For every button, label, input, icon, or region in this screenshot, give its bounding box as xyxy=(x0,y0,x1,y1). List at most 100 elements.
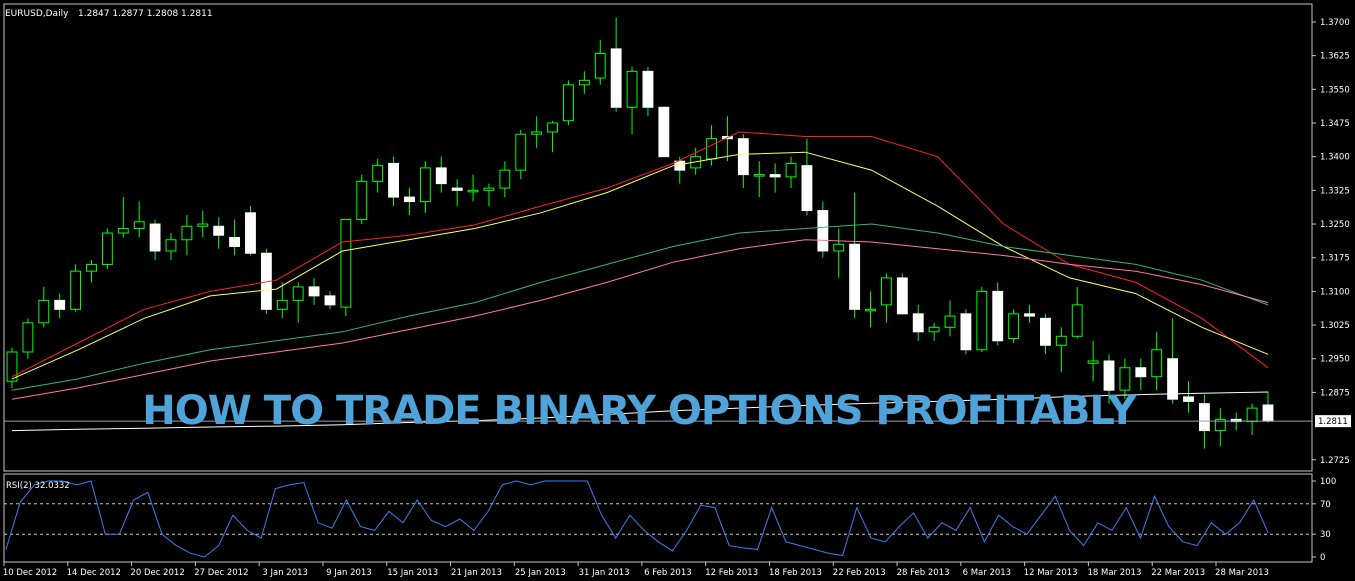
candle-body xyxy=(1183,396,1194,402)
candle-body xyxy=(419,167,431,203)
candle-body xyxy=(276,299,288,310)
price-tick-label: 1.3175 xyxy=(1320,254,1350,264)
candle-body xyxy=(1071,304,1083,337)
candle-body xyxy=(101,232,113,265)
candle-body xyxy=(944,315,956,328)
candle-body xyxy=(229,237,241,247)
rsi-tick-label: 70 xyxy=(1320,500,1331,510)
price-tick-label: 1.3550 xyxy=(1320,85,1350,95)
price-tick-label: 1.3100 xyxy=(1320,287,1350,297)
rsi-panel: 100 70 30 0 xyxy=(3,473,1336,563)
symbol-label: EURUSD,Daily xyxy=(5,9,69,19)
candle-body xyxy=(578,79,590,86)
candle-body xyxy=(849,243,861,310)
candle-body xyxy=(1087,360,1099,364)
time-tick-label: 15 Jan 2013 xyxy=(387,568,438,578)
candle-body xyxy=(6,351,18,382)
candle-body xyxy=(658,106,670,158)
time-tick-label: 10 Dec 2012 xyxy=(3,568,57,578)
time-tick-label: 12 Feb 2013 xyxy=(705,568,758,578)
price-panel: 1.3700 1.3625 1.3550 1.3475 1.3400 1.3325 1.32… xyxy=(3,3,1351,472)
price-tick-label: 1.3325 xyxy=(1320,186,1350,196)
candle-body xyxy=(531,131,543,135)
candle-body xyxy=(881,277,892,306)
rsi-tick-label: 100 xyxy=(1320,477,1336,487)
price-tick-label: 1.2875 xyxy=(1320,388,1350,398)
chart-canvas[interactable]: 1.3700 1.3625 1.3550 1.3475 1.3400 1.3325 1.32… xyxy=(0,0,1355,581)
candle-body xyxy=(197,223,209,227)
candle-body xyxy=(737,138,749,176)
candle-body xyxy=(1119,367,1131,391)
candle-body xyxy=(1024,313,1035,317)
candle-body xyxy=(626,70,638,108)
time-tick-label: 3 Jan 2013 xyxy=(262,568,308,578)
candle-body xyxy=(960,313,972,351)
price-tick-label: 1.3250 xyxy=(1320,220,1350,230)
candle-body xyxy=(547,122,558,133)
candle-body xyxy=(86,263,97,272)
candle-body xyxy=(54,299,66,310)
price-tick-label: 1.3025 xyxy=(1320,321,1350,331)
candle-body xyxy=(483,187,495,191)
candle-body xyxy=(1135,367,1147,378)
candle-body xyxy=(1103,360,1115,391)
candle-body xyxy=(292,286,304,301)
time-tick-label: 12 Mar 2013 xyxy=(1024,568,1078,578)
price-tick-label: 1.2950 xyxy=(1320,355,1350,365)
candle-body xyxy=(340,219,352,308)
moving-average-line xyxy=(11,131,1269,378)
candle-body xyxy=(245,212,256,254)
candle-body xyxy=(817,210,829,252)
rsi-tick-label: 0 xyxy=(1320,553,1325,563)
candle-body xyxy=(499,169,511,189)
candle-body xyxy=(372,165,384,182)
candle-body xyxy=(22,322,34,353)
price-frame xyxy=(3,3,1313,472)
candle-body xyxy=(865,308,876,312)
candle-body xyxy=(769,174,781,178)
price-tick-label: 1.3400 xyxy=(1320,153,1350,163)
candle-body xyxy=(1246,407,1258,423)
candle-body xyxy=(1151,349,1163,378)
candle-body xyxy=(896,277,908,315)
time-tick-label: 21 Jan 2013 xyxy=(451,568,502,578)
candle-body xyxy=(356,180,368,221)
candle-body xyxy=(706,138,717,160)
candle-body xyxy=(324,295,336,306)
time-tick-label: 28 Mar 2013 xyxy=(1215,568,1269,578)
candle-body xyxy=(992,290,1004,342)
candle-body xyxy=(133,221,145,230)
candle-body xyxy=(388,162,399,198)
candle-body xyxy=(1008,313,1020,340)
candle-body xyxy=(181,225,193,241)
candle-body xyxy=(1039,317,1051,346)
candle-body xyxy=(1198,403,1210,432)
candle-body xyxy=(213,225,225,236)
candle-body xyxy=(1055,335,1067,346)
candle-body xyxy=(70,270,82,310)
candle-body xyxy=(610,48,622,108)
time-tick-label: 6 Mar 2013 xyxy=(963,568,1011,578)
time-tick-label: 27 Dec 2012 xyxy=(194,568,248,578)
time-tick-label: 14 Dec 2012 xyxy=(67,568,121,578)
candle-body xyxy=(515,133,527,171)
candle-body xyxy=(594,52,606,79)
candle-body xyxy=(976,290,988,351)
candle-body xyxy=(912,313,924,333)
candle-body xyxy=(801,165,813,212)
candle-body xyxy=(642,70,654,108)
candle-body xyxy=(785,162,797,178)
time-tick-label: 18 Feb 2013 xyxy=(769,568,822,578)
candle-body xyxy=(38,299,50,324)
price-tick-label: 1.3700 xyxy=(1320,18,1350,28)
time-tick-label: 31 Jan 2013 xyxy=(579,568,630,578)
candle-body xyxy=(451,187,463,191)
price-tick-label: 1.3625 xyxy=(1320,52,1350,62)
rsi-line xyxy=(5,480,1269,558)
candle-body xyxy=(435,167,447,185)
rsi-frame xyxy=(3,473,1313,563)
candle-body xyxy=(117,228,129,234)
time-tick-label: 18 Mar 2013 xyxy=(1087,568,1141,578)
candle-body xyxy=(467,189,479,193)
candle-body xyxy=(833,243,845,252)
